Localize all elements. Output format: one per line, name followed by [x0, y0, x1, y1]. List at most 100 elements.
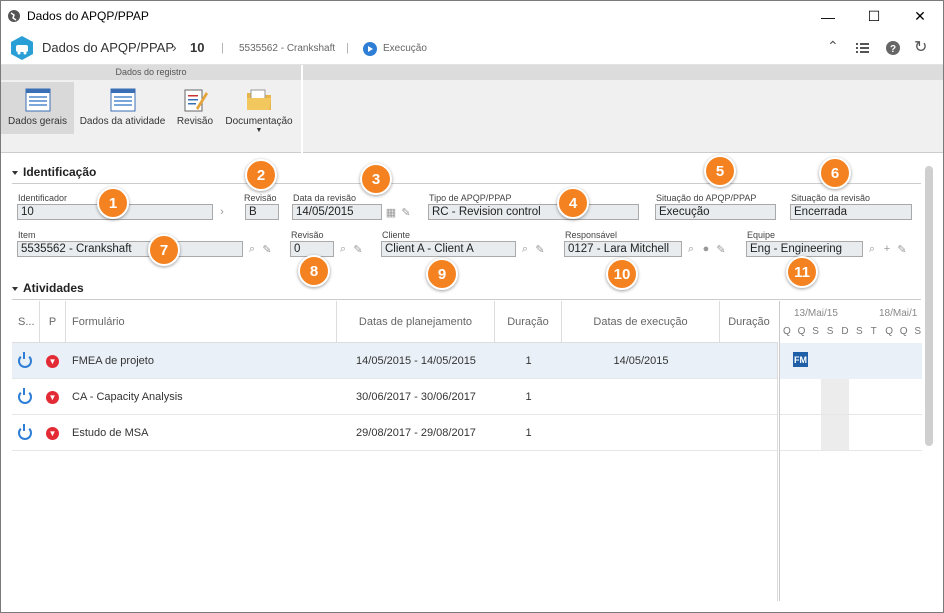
item-label: Item [18, 230, 36, 240]
search-icon[interactable]: ⌕ [865, 242, 879, 256]
equipe-field[interactable]: Eng - Engineering [746, 241, 863, 257]
callout-badge: 4 [557, 187, 589, 219]
gantt-day-label: S [914, 326, 922, 337]
table-row[interactable]: ▼ FMEA de projeto 14/05/2015 - 14/05/201… [12, 343, 778, 379]
cell [18, 415, 32, 451]
collapse-up-icon[interactable]: ⌃ [827, 38, 839, 55]
data-revisao-field[interactable]: 14/05/2015 [292, 204, 382, 220]
cell [18, 343, 32, 379]
clear-icon[interactable]: ✎ [714, 242, 728, 256]
power-icon[interactable] [18, 388, 32, 404]
column-header[interactable]: Datas de execução [562, 301, 720, 343]
divider [12, 183, 921, 184]
maximize-button[interactable]: ☐ [851, 1, 897, 32]
record-number: 10 [190, 40, 205, 55]
search-icon[interactable]: ⌕ [336, 242, 350, 256]
callout-badge: 9 [426, 258, 458, 290]
responsavel-field[interactable]: 0127 - Lara Mitchell [564, 241, 682, 257]
exec-dates-cell [562, 379, 720, 415]
search-icon[interactable]: ⌕ [245, 242, 259, 256]
tipo-field[interactable]: RC - Revision control [428, 204, 639, 220]
ribbon-general-data-button[interactable]: Dados gerais [1, 82, 74, 134]
clear-icon[interactable]: ✎ [533, 242, 547, 256]
gantt-date-label: 18/Mai/1 [879, 308, 918, 319]
clear-icon[interactable]: ✎ [399, 205, 413, 219]
weekend-shade [821, 379, 849, 451]
add-icon[interactable]: + [880, 242, 894, 256]
column-header[interactable]: Formulário [66, 301, 337, 343]
section-identificacao[interactable]: Identificação [12, 165, 96, 179]
table-row[interactable]: ▼ Estudo de MSA 29/08/2017 - 29/08/2017 … [12, 415, 778, 451]
chevron-right-icon: › [172, 39, 177, 55]
help-icon[interactable]: ? [886, 41, 900, 55]
application-window: Dados do APQP/PPAP — ☐ ✕ Dados do APQP/P… [0, 0, 944, 613]
exec-dates-cell [562, 415, 720, 451]
close-button[interactable]: ✕ [897, 1, 943, 32]
power-icon[interactable] [18, 424, 32, 440]
refresh-icon[interactable]: ↻ [914, 37, 927, 57]
search-icon[interactable]: ⌕ [684, 242, 698, 256]
calendar-icon[interactable]: ▦ [384, 205, 398, 219]
dropdown-caret-icon: ▼ [255, 127, 263, 134]
revisao2-label: Revisão [291, 230, 324, 240]
callout-badge: 7 [148, 234, 180, 266]
list-icon[interactable] [856, 43, 869, 54]
ribbon-activity-data-button[interactable]: Dados da atividade [76, 82, 169, 134]
cell [18, 379, 32, 415]
app-title: Dados do APQP/PPAP [42, 40, 174, 55]
situacao-revisao-field[interactable]: Encerrada [790, 204, 912, 220]
revisao-label: Revisão [244, 193, 277, 203]
ribbon: Dados do registro Dados gerais Dados da … [1, 65, 943, 153]
situacao-apqp-field[interactable]: Execução [655, 204, 776, 220]
column-header[interactable]: P [40, 301, 66, 343]
column-header[interactable]: Duração [720, 301, 778, 343]
gantt-day-label: Q [783, 326, 791, 337]
ribbon-group-title: Dados do registro [1, 65, 301, 80]
search-icon[interactable]: ⌕ [518, 242, 532, 256]
cliente-label: Cliente [382, 230, 411, 240]
callout-badge: 8 [298, 255, 330, 287]
user-icon[interactable]: ● [699, 242, 713, 256]
situacao-apqp-label: Situação do APQP/PPAP [656, 193, 757, 203]
callout-badge: 5 [704, 155, 736, 187]
equipe-label: Equipe [747, 230, 776, 240]
vertical-scrollbar[interactable] [925, 166, 933, 446]
play-status-icon [363, 42, 377, 56]
gantt-day-label: S [826, 326, 834, 337]
gantt-day-label: D [841, 326, 849, 337]
clear-icon[interactable]: ✎ [895, 242, 909, 256]
column-header[interactable]: S... [12, 301, 40, 343]
column-header[interactable]: Duração [495, 301, 562, 343]
section-title: Atividades [23, 281, 84, 295]
cliente-field[interactable]: Client A - Client A [381, 241, 516, 257]
item-field[interactable]: 5535562 - Crankshaft [17, 241, 243, 257]
gantt-task-bar[interactable]: FM [793, 352, 808, 367]
ribbon-button-label: Revisão [176, 116, 214, 127]
form-cell: FMEA de projeto [72, 355, 154, 367]
ribbon-divider [301, 65, 303, 153]
plan-dates-cell: 30/06/2017 - 30/06/2017 [356, 391, 476, 403]
callout-badge: 6 [819, 157, 851, 189]
chevron-right-icon[interactable]: › [215, 205, 229, 219]
callout-badge: 11 [786, 256, 818, 288]
chevron-down-icon[interactable]: ▼ [46, 426, 59, 440]
chevron-down-icon[interactable]: ▼ [46, 354, 59, 368]
table-row[interactable]: ▼ CA - Capacity Analysis 30/06/2017 - 30… [12, 379, 778, 415]
gantt-day-label: Q [899, 326, 908, 337]
ribbon-documentation-button[interactable]: Documentação ▼ [221, 82, 297, 134]
revisao-field[interactable]: B [245, 204, 279, 220]
ribbon-revision-button[interactable]: Revisão [171, 82, 219, 134]
form-cell: Estudo de MSA [72, 427, 149, 439]
separator: | [346, 42, 349, 54]
chevron-down-icon[interactable]: ▼ [46, 390, 59, 404]
window-title: Dados do APQP/PPAP [27, 9, 149, 23]
minimize-button[interactable]: — [805, 1, 851, 32]
ribbon-button-label: Dados da atividade [79, 116, 166, 127]
clear-icon[interactable]: ✎ [260, 242, 274, 256]
app-header: Dados do APQP/PPAP › 10 | 5535562 - Cran… [1, 32, 943, 65]
clear-icon[interactable]: ✎ [351, 242, 365, 256]
power-icon[interactable] [18, 352, 32, 368]
section-atividades[interactable]: Atividades [12, 281, 84, 295]
callout-badge: 1 [97, 187, 129, 219]
column-header[interactable]: Datas de planejamento [337, 301, 495, 343]
